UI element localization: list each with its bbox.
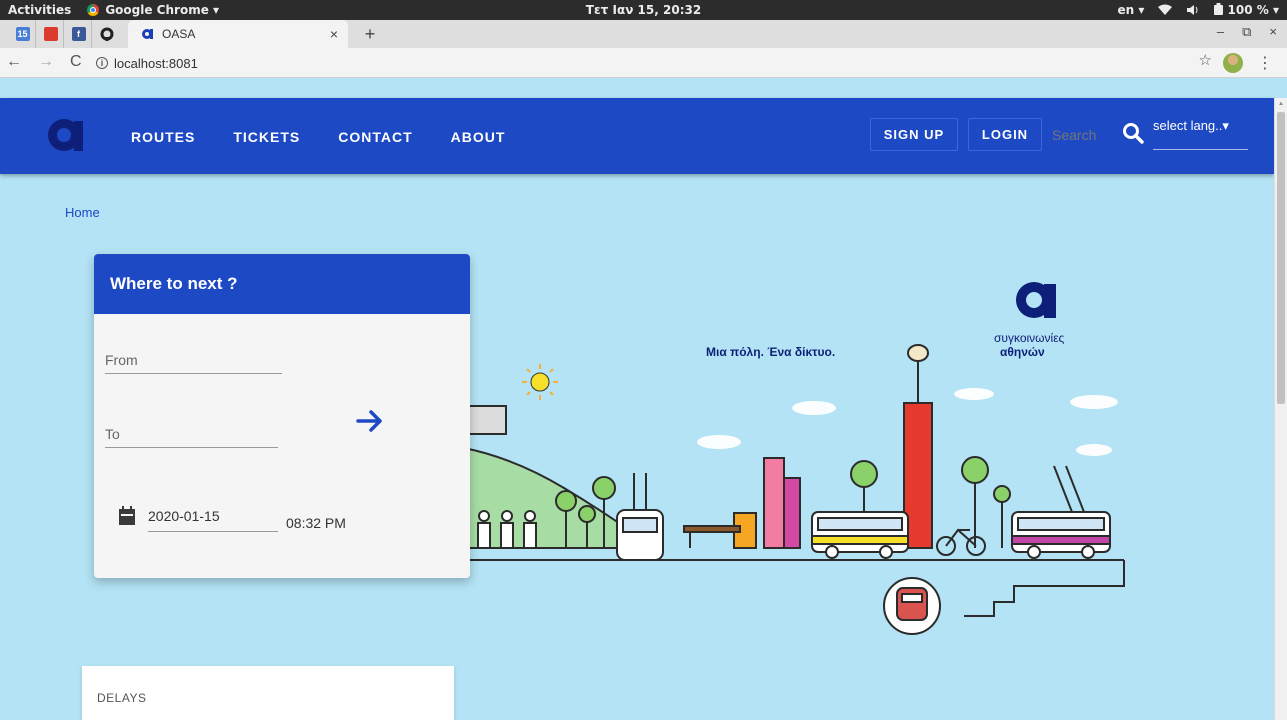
arrow-right-icon[interactable] — [356, 409, 384, 433]
browser-toolbar: ← → C i localhost:8081 ☆ ⋮ — [0, 48, 1287, 78]
address-bar[interactable]: i localhost:8081 ☆ — [96, 51, 1236, 75]
chrome-icon — [87, 4, 100, 16]
trip-planner-card: Where to next ? From To 2020-01-15 08:32… — [94, 254, 470, 578]
sign-up-button[interactable]: SIGN UP — [870, 118, 958, 151]
calendar-icon[interactable] — [118, 506, 136, 526]
pinned-tab-github[interactable] — [94, 20, 120, 48]
reload-button[interactable]: C — [70, 53, 82, 71]
pinned-tab-todoist[interactable] — [38, 20, 64, 48]
app-menu[interactable]: Google Chrome ▾ — [87, 3, 219, 17]
tab-oasa[interactable]: OASA × — [128, 20, 348, 48]
oasa-logo[interactable] — [46, 117, 84, 153]
app-navbar: ROUTES TICKETS CONTACT ABOUT SIGN UP LOG… — [0, 98, 1274, 174]
main-menu: ROUTES TICKETS CONTACT ABOUT — [131, 129, 505, 145]
back-button[interactable]: ← — [6, 53, 22, 71]
profile-avatar[interactable] — [1223, 53, 1243, 73]
info-icon[interactable]: i — [96, 57, 108, 69]
nav-routes[interactable]: ROUTES — [131, 129, 195, 145]
todoist-icon — [43, 27, 58, 41]
breadcrumb-home[interactable]: Home — [65, 205, 100, 220]
search-icon[interactable] — [1122, 122, 1144, 144]
chrome-menu-icon[interactable]: ⋮ — [1257, 53, 1273, 73]
to-field[interactable]: To — [105, 422, 278, 448]
new-tab-button[interactable]: + — [356, 20, 384, 48]
nav-tickets[interactable]: TICKETS — [233, 129, 300, 145]
nav-about[interactable]: ABOUT — [451, 129, 506, 145]
language-indicator[interactable]: en ▾ — [1117, 3, 1144, 17]
volume-icon[interactable] — [1186, 4, 1200, 16]
battery-icon — [1214, 3, 1224, 15]
language-select[interactable]: select lang..▾ — [1153, 116, 1248, 150]
wifi-icon[interactable] — [1158, 4, 1173, 16]
login-button[interactable]: LOGIN — [968, 118, 1042, 151]
hero-brand-line1: συγκοινωνίες — [994, 331, 1065, 345]
battery-indicator[interactable]: 100 % ▾ — [1214, 3, 1279, 17]
system-top-bar: Activities Google Chrome ▾ Τετ Ιαν 15, 2… — [0, 0, 1287, 20]
oasa-logo-icon — [142, 29, 153, 39]
close-window-button[interactable]: × — [1269, 24, 1277, 40]
pinned-tab-facebook[interactable]: f — [66, 20, 92, 48]
date-input[interactable]: 2020-01-15 — [148, 508, 278, 532]
nav-contact[interactable]: CONTACT — [338, 129, 412, 145]
tab-close-icon[interactable]: × — [330, 26, 338, 42]
pinned-tab-calendar[interactable]: 15 — [10, 20, 36, 48]
page-scrollbar[interactable]: ▲ — [1274, 98, 1287, 720]
bookmark-star-icon[interactable]: ☆ — [1199, 51, 1212, 69]
hero-brand-line2: αθηνών — [1000, 345, 1045, 359]
forward-button[interactable]: → — [38, 53, 54, 71]
activities-button[interactable]: Activities — [8, 3, 71, 17]
delays-card: DELAYS — [82, 666, 454, 720]
facebook-icon: f — [71, 27, 86, 41]
time-input[interactable]: 08:32 PM — [286, 515, 346, 531]
search-input[interactable] — [1044, 120, 1114, 150]
scroll-up-arrow-icon[interactable]: ▲ — [1278, 101, 1284, 107]
delays-heading: DELAYS — [97, 691, 147, 705]
tab-title: OASA — [162, 27, 196, 41]
maximize-button[interactable]: ⧉ — [1242, 24, 1251, 40]
minimize-button[interactable]: – — [1217, 24, 1224, 40]
from-field[interactable]: From — [105, 348, 282, 374]
url-text: localhost:8081 — [114, 55, 198, 71]
scrollbar-thumb[interactable] — [1277, 112, 1285, 404]
card-title: Where to next ? — [94, 254, 470, 314]
hero-slogan: Μια πόλη. Ένα δίκτυο. — [706, 345, 835, 359]
calendar-icon: 15 — [15, 27, 30, 41]
github-icon — [100, 27, 114, 41]
